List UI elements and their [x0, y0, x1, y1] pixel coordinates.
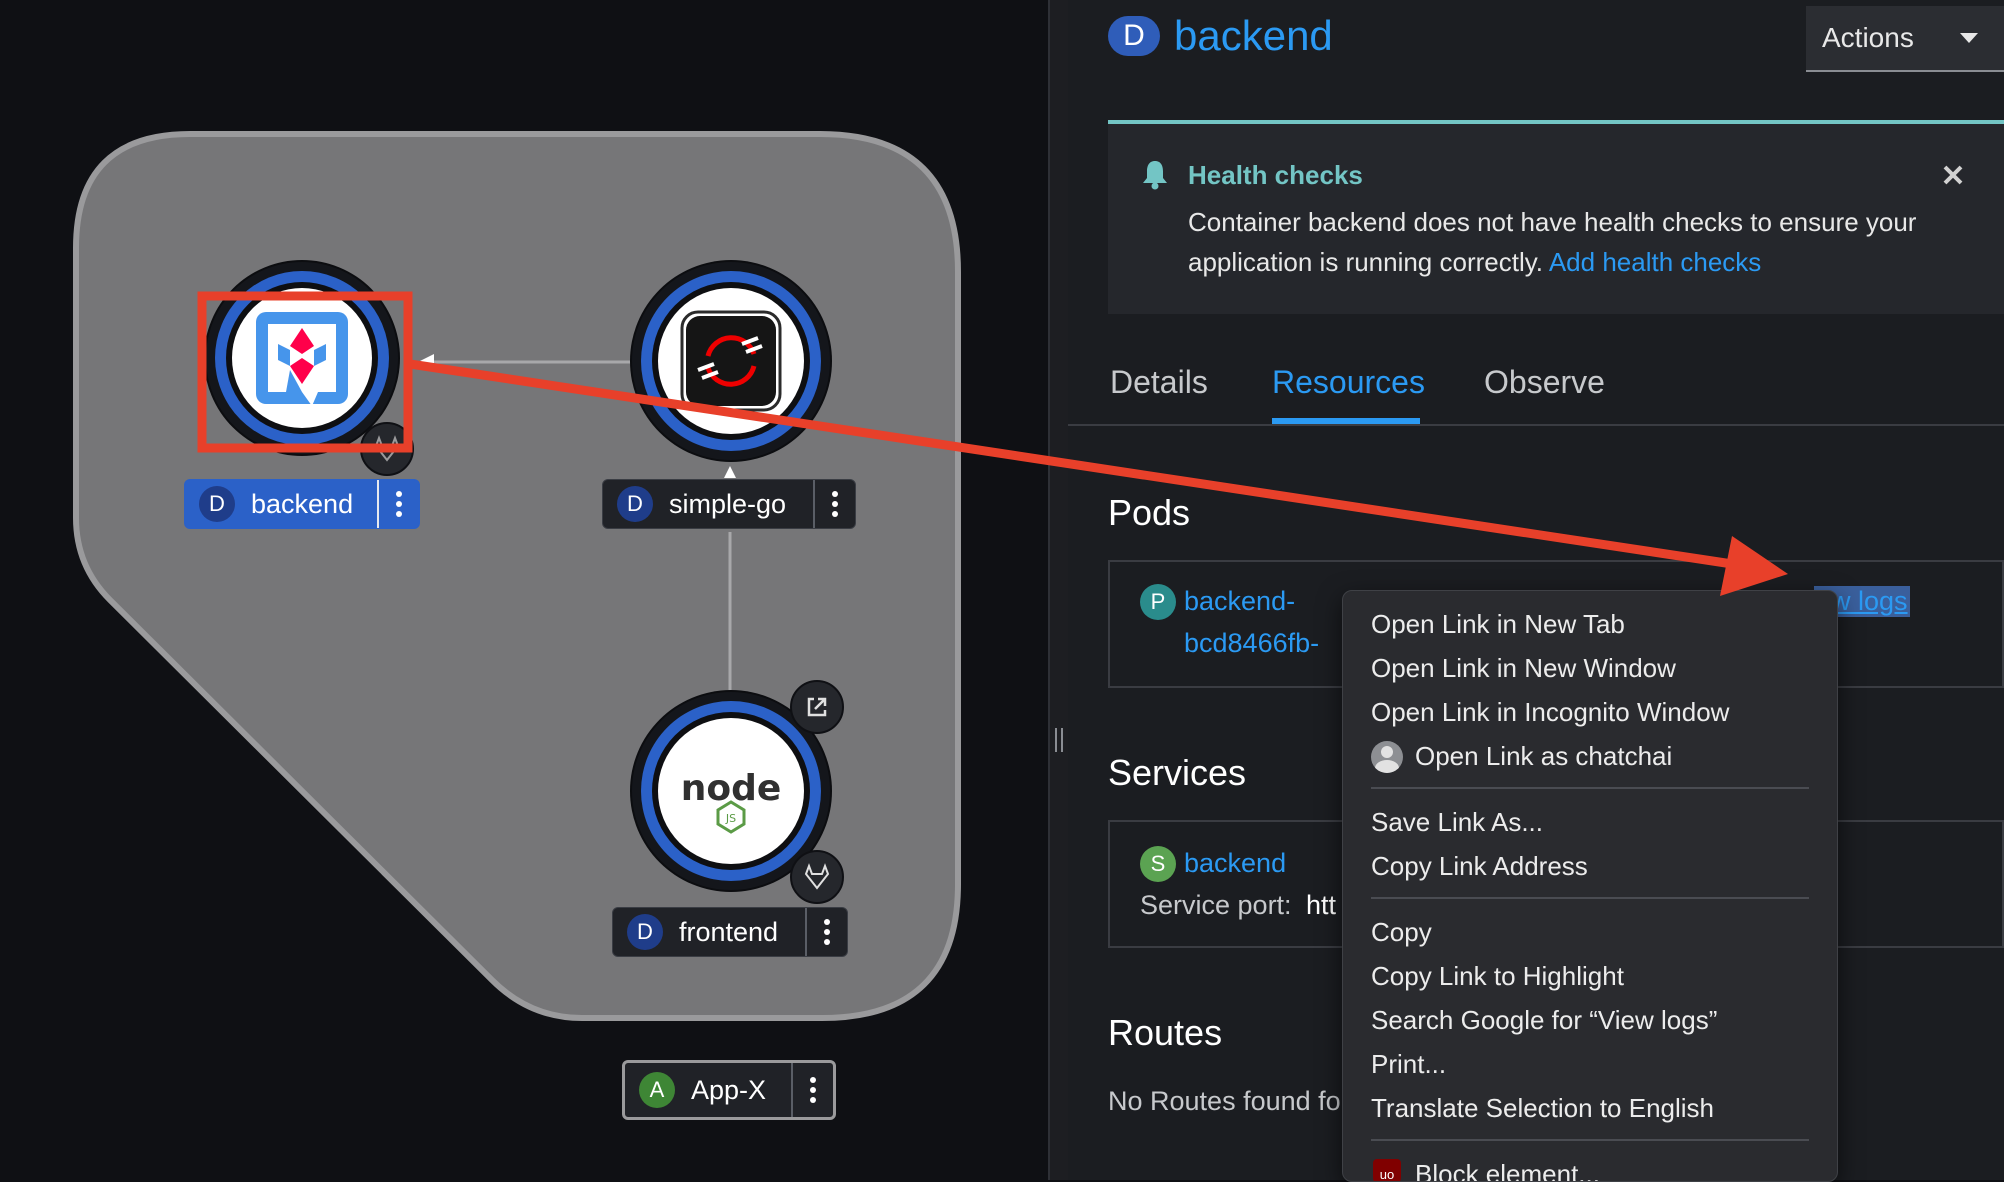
application-label[interactable]: A App-X: [622, 1060, 836, 1120]
menu-item-print[interactable]: Print...: [1371, 1049, 1446, 1080]
routes-empty-text: No Routes found fo: [1108, 1086, 1341, 1116]
menu-item-translate[interactable]: Translate Selection to English: [1371, 1093, 1714, 1124]
alert-body: Container backend does not have health c…: [1188, 202, 1968, 282]
menu-item-copy[interactable]: Copy: [1371, 917, 1432, 948]
menu-item-copy-link-address[interactable]: Copy Link Address: [1371, 851, 1588, 882]
tab-observe[interactable]: Observe: [1484, 364, 1605, 401]
frontend-node-label[interactable]: D frontend: [612, 907, 848, 957]
routes-heading: Routes: [1108, 1012, 1223, 1053]
menu-item-open-incognito[interactable]: Open Link in Incognito Window: [1371, 697, 1729, 728]
menu-item-save-link-as[interactable]: Save Link As...: [1371, 807, 1543, 838]
simple-go-node[interactable]: [632, 262, 830, 460]
application-group-shape[interactable]: [0, 0, 1048, 1180]
svg-text:JS: JS: [725, 812, 736, 825]
panel-resize-divider[interactable]: [1048, 0, 1070, 1180]
service-badge: S: [1140, 846, 1176, 882]
nodejs-logo-icon: node JS: [658, 718, 804, 864]
actions-dropdown[interactable]: Actions: [1806, 6, 2004, 72]
bell-icon: [1143, 161, 1167, 190]
kebab-menu-button[interactable]: [377, 480, 419, 528]
pods-heading: Pods: [1108, 492, 1191, 533]
node-label-text: simple-go: [669, 488, 787, 519]
menu-item-block-element[interactable]: Block element...: [1415, 1159, 1600, 1181]
tabs-divider: [1068, 424, 2004, 426]
close-icon[interactable]: [1936, 158, 1970, 192]
simple-go-node-label[interactable]: D simple-go: [602, 479, 856, 529]
menu-separator: [1371, 897, 1809, 899]
tab-resources[interactable]: Resources: [1272, 364, 1425, 401]
resize-grip-icon[interactable]: [1055, 728, 1063, 752]
actions-label: Actions: [1822, 22, 1914, 53]
backend-node[interactable]: [206, 262, 398, 454]
application-label-text: App-X: [691, 1074, 767, 1105]
browser-context-menu: Open Link in New Tab Open Link in New Wi…: [1342, 590, 1838, 1182]
gitlab-icon[interactable]: [790, 850, 844, 904]
menu-item-open-new-tab[interactable]: Open Link in New Tab: [1371, 609, 1625, 640]
gitlab-icon[interactable]: [360, 422, 414, 476]
kebab-icon: [824, 919, 830, 945]
node-label-text: frontend: [679, 916, 779, 947]
application-badge: A: [639, 1072, 675, 1108]
menu-item-open-new-window[interactable]: Open Link in New Window: [1371, 653, 1676, 684]
node-label-text: backend: [251, 488, 354, 519]
service-port-label: Service port:: [1140, 890, 1292, 920]
menu-item-search-google[interactable]: Search Google for “View logs”: [1371, 1005, 1717, 1036]
kebab-icon: [832, 491, 838, 517]
alert-title: Health checks: [1188, 160, 1363, 190]
deployment-badge: D: [1108, 16, 1160, 56]
kebab-icon: [396, 491, 402, 517]
menu-separator: [1371, 787, 1809, 789]
quarkus-logo-icon: [232, 288, 372, 428]
pod-badge: P: [1140, 584, 1176, 620]
service-name-link[interactable]: backend: [1184, 848, 1286, 879]
ublock-shield-icon: uo: [1373, 1159, 1401, 1181]
menu-separator: [1371, 1139, 1809, 1141]
active-tab-indicator: [1272, 418, 1420, 424]
panel-title: backend: [1174, 12, 1333, 59]
external-link-icon[interactable]: [790, 680, 844, 734]
kebab-icon: [810, 1077, 816, 1103]
deployment-badge: D: [617, 486, 653, 522]
add-health-checks-link[interactable]: Add health checks: [1549, 247, 1761, 277]
service-port-value: htt: [1306, 890, 1337, 920]
deployment-badge: D: [627, 914, 663, 950]
profile-avatar: [1371, 741, 1403, 773]
caret-down-icon: [1960, 33, 1978, 43]
kebab-menu-button[interactable]: [813, 480, 855, 528]
services-heading: Services: [1108, 752, 1247, 793]
backend-node-label[interactable]: D backend: [184, 479, 420, 529]
pod-name-link-continued[interactable]: bcd8466fb-: [1184, 628, 1319, 659]
tab-details[interactable]: Details: [1110, 364, 1208, 401]
pod-name-link[interactable]: backend-: [1184, 586, 1295, 617]
menu-item-copy-link-to-highlight[interactable]: Copy Link to Highlight: [1371, 961, 1624, 992]
openshift-logo-icon: [658, 288, 804, 434]
kebab-menu-button[interactable]: [791, 1063, 833, 1117]
menu-item-open-as-profile[interactable]: Open Link as chatchai: [1415, 741, 1672, 772]
kebab-menu-button[interactable]: [805, 908, 847, 956]
deployment-badge: D: [199, 486, 235, 522]
